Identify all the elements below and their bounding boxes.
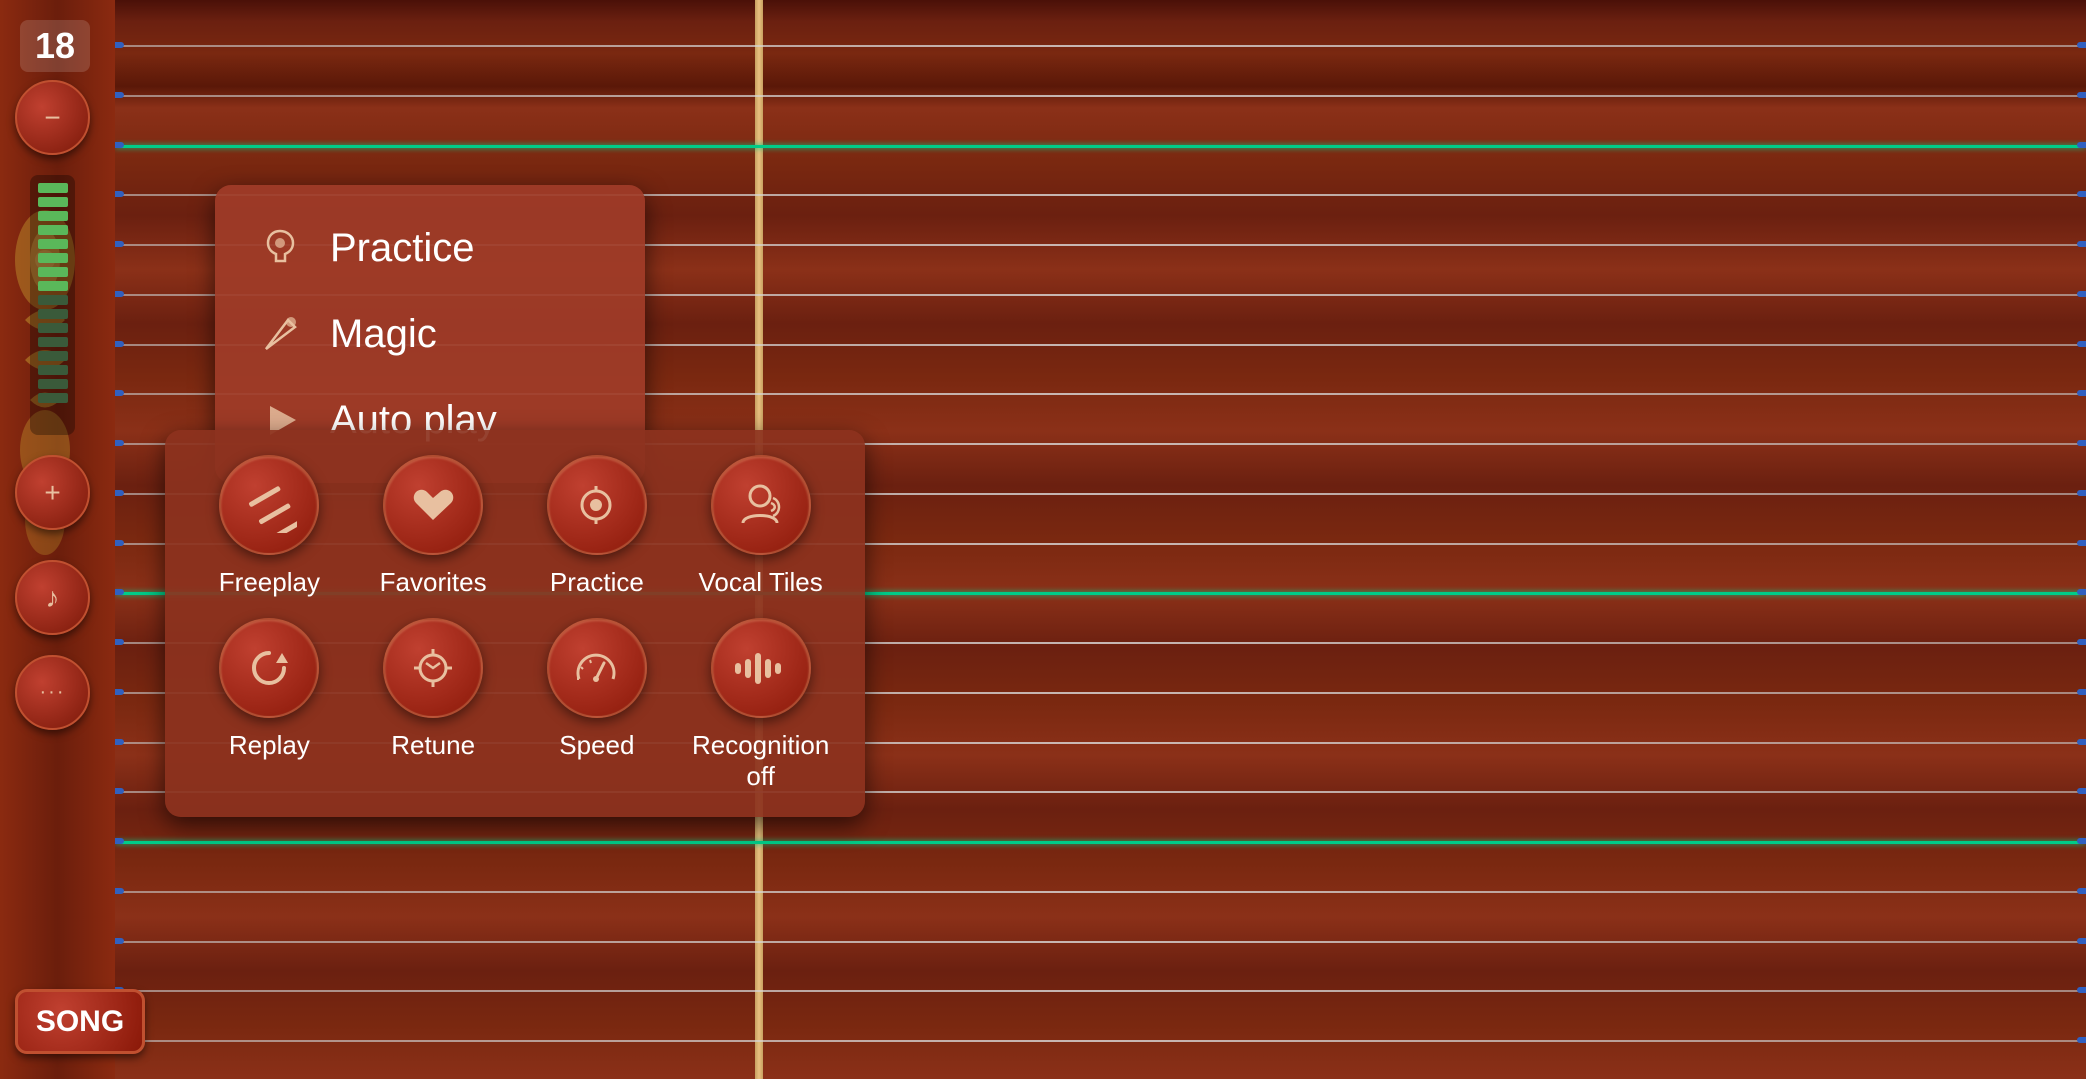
peg-right-3 <box>2077 191 2086 197</box>
string-2 <box>115 145 2086 148</box>
peg-right-8 <box>2077 440 2086 446</box>
peg-right-14 <box>2077 739 2086 745</box>
plus-button[interactable]: + <box>15 455 90 530</box>
peg-right-10 <box>2077 540 2086 546</box>
vol-bar-9 <box>38 295 68 305</box>
peg-right-20 <box>2077 1037 2086 1043</box>
freeplay-button[interactable] <box>219 455 319 555</box>
song-button[interactable]: SONG <box>15 989 145 1054</box>
peg-right-7 <box>2077 390 2086 396</box>
string-16 <box>115 841 2086 844</box>
vol-bar-10 <box>38 309 68 319</box>
vol-bar-2 <box>38 197 68 207</box>
peg-right-12 <box>2077 639 2086 645</box>
number-badge: 18 <box>20 20 90 72</box>
vol-bar-1 <box>38 183 68 193</box>
practice-button[interactable] <box>547 455 647 555</box>
string-0 <box>115 45 2086 47</box>
peg-right-5 <box>2077 291 2086 297</box>
peg-right-19 <box>2077 987 2086 993</box>
music-button[interactable]: ♪ <box>15 560 90 635</box>
practice-label: Practice <box>330 226 475 271</box>
replay-button[interactable] <box>219 618 319 718</box>
vol-bar-14 <box>38 365 68 375</box>
peg-right-9 <box>2077 490 2086 496</box>
vol-bar-7 <box>38 267 68 277</box>
grid-item-recognition[interactable]: Recognition off <box>686 618 835 792</box>
string-19 <box>115 990 2086 992</box>
vol-bar-4 <box>38 225 68 235</box>
freeplay-label: Freeplay <box>219 567 320 598</box>
peg-right-1 <box>2077 92 2086 98</box>
volume-slider[interactable] <box>30 175 75 435</box>
peg-right-11 <box>2077 589 2086 595</box>
music-icon: ♪ <box>46 582 60 614</box>
grid-item-vocal-tiles[interactable]: Vocal Tiles <box>686 455 835 598</box>
grid-item-retune[interactable]: Retune <box>359 618 508 792</box>
peg-right-16 <box>2077 838 2086 844</box>
vol-bar-12 <box>38 337 68 347</box>
vol-bar-11 <box>38 323 68 333</box>
vol-bar-5 <box>38 239 68 249</box>
peg-right-6 <box>2077 341 2086 347</box>
favorites-button[interactable] <box>383 455 483 555</box>
minus-icon: − <box>44 102 60 134</box>
replay-label: Replay <box>229 730 310 761</box>
peg-right-15 <box>2077 788 2086 794</box>
speed-label: Speed <box>559 730 634 761</box>
more-button[interactable]: ··· <box>15 655 90 730</box>
string-18 <box>115 941 2086 943</box>
vol-bar-3 <box>38 211 68 221</box>
retune-button[interactable] <box>383 618 483 718</box>
peg-right-18 <box>2077 938 2086 944</box>
more-icon: ··· <box>40 681 66 704</box>
grid-item-replay[interactable]: Replay <box>195 618 344 792</box>
retune-label: Retune <box>391 730 475 761</box>
string-17 <box>115 891 2086 893</box>
vocal-tiles-button[interactable] <box>711 455 811 555</box>
peg-right-0 <box>2077 42 2086 48</box>
grid-item-practice[interactable]: Practice <box>523 455 672 598</box>
grid-item-favorites[interactable]: Favorites <box>359 455 508 598</box>
vol-bar-6 <box>38 253 68 263</box>
favorites-label: Favorites <box>380 567 487 598</box>
string-20 <box>115 1040 2086 1042</box>
action-grid: Freeplay Favorites <box>195 455 835 792</box>
menu-item-magic[interactable]: Magic <box>245 291 615 377</box>
peg-right-4 <box>2077 241 2086 247</box>
minus-button[interactable]: − <box>15 80 90 155</box>
vocal-tiles-label: Vocal Tiles <box>698 567 822 598</box>
grid-item-speed[interactable]: Speed <box>523 618 672 792</box>
string-1 <box>115 95 2086 97</box>
vol-bar-16 <box>38 393 68 403</box>
grid-item-freeplay[interactable]: Freeplay <box>195 455 344 598</box>
app-root: 18 − + <box>0 0 2086 1079</box>
vol-bar-13 <box>38 351 68 361</box>
vol-bar-8 <box>38 281 68 291</box>
recognition-label: Recognition off <box>686 730 835 792</box>
peg-right-17 <box>2077 888 2086 894</box>
action-menu: Freeplay Favorites <box>165 430 865 817</box>
speed-button[interactable] <box>547 618 647 718</box>
recognition-button[interactable] <box>711 618 811 718</box>
peg-right-2 <box>2077 142 2086 148</box>
vol-bar-15 <box>38 379 68 389</box>
practice-grid-label: Practice <box>550 567 644 598</box>
plus-icon: + <box>44 477 60 509</box>
magic-label: Magic <box>330 312 437 357</box>
left-controls: − + ♪ <box>15 80 90 730</box>
magic-menu-icon <box>255 309 305 359</box>
menu-item-practice[interactable]: Practice <box>245 205 615 291</box>
peg-right-13 <box>2077 689 2086 695</box>
practice-menu-icon <box>255 223 305 273</box>
